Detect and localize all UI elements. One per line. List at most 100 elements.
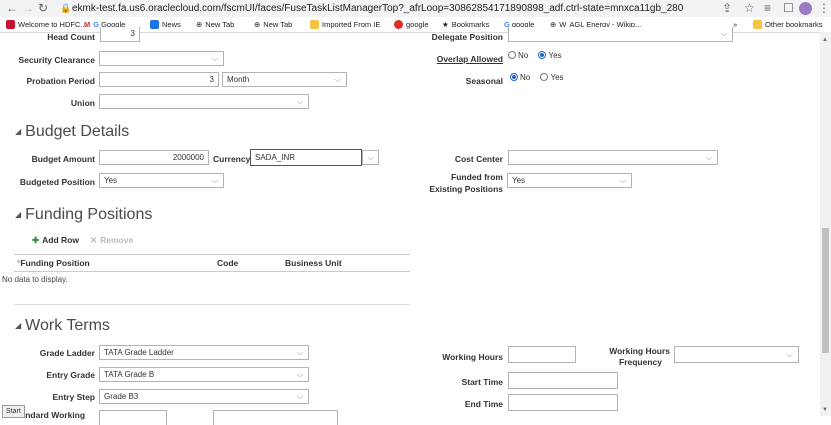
currency-dropdown-button[interactable]: ⌵	[362, 150, 379, 165]
overlap-no-radio[interactable]	[508, 51, 516, 59]
bookmark-hdfc[interactable]: Welcome to HDFC...	[6, 17, 87, 32]
existing-positions-label: Existing Positions	[429, 184, 503, 194]
cost-center-label: Cost Center	[454, 154, 503, 164]
column-business-unit[interactable]: Business Unit	[285, 258, 342, 268]
close-icon: ✕	[90, 235, 98, 245]
seasonal-yes-radio[interactable]	[540, 73, 549, 81]
collapse-triangle-icon: ◢	[15, 127, 22, 136]
bookmark-bookmarks[interactable]: ★ Bookmarks	[442, 17, 489, 32]
chevron-down-icon: ⌵	[211, 176, 218, 185]
funding-positions-heading[interactable]: ◢ Funding Positions	[15, 206, 152, 224]
end-time-label: End Time	[464, 399, 503, 409]
entry-step-label: Entry Step	[52, 392, 95, 402]
column-code[interactable]: Code	[217, 258, 238, 268]
google-icon: G	[93, 20, 100, 29]
chevron-down-icon: ⌵	[296, 370, 303, 379]
frequency-label-2: Frequency	[619, 357, 662, 367]
head-count-label: Head Count	[47, 32, 95, 42]
menu-icon[interactable]: ⋮	[818, 0, 830, 17]
avatar[interactable]	[799, 2, 812, 15]
seasonal-radios: No Yes	[510, 73, 564, 82]
share-icon[interactable]: ⇪	[722, 0, 732, 17]
back-icon[interactable]: ←	[6, 0, 18, 17]
funded-from-select[interactable]: Yes ⌵	[507, 173, 632, 188]
bookmark-newtab-2[interactable]: ⊕ New Tab	[254, 17, 292, 32]
globe-icon: ⊕	[196, 20, 203, 29]
bookmark-news[interactable]: News	[150, 17, 181, 32]
delegate-position-field[interactable]: ⌵	[508, 27, 733, 42]
working-hours-field[interactable]	[508, 346, 576, 363]
news-icon	[150, 20, 159, 29]
union-label: Union	[70, 98, 95, 108]
chevron-down-icon: ⌵	[720, 29, 727, 38]
seasonal-no-radio[interactable]	[510, 73, 518, 81]
working-hours-frequency-select[interactable]: ⌵	[674, 346, 799, 363]
empty-table-message: No data to display.	[2, 275, 68, 284]
star-icon[interactable]: ☆	[744, 0, 755, 17]
budget-amount-field[interactable]: 2000000	[99, 150, 209, 165]
entry-grade-select[interactable]: TATA Grade B ⌵	[99, 367, 309, 382]
chevron-down-icon: ⌵	[296, 392, 303, 401]
standard-working-field[interactable]	[99, 410, 167, 425]
status-start-label: Start	[2, 405, 25, 418]
vertical-scrollbar[interactable]	[820, 32, 831, 416]
reload-icon[interactable]: ↻	[38, 0, 48, 17]
currency-label: Currency	[213, 154, 251, 164]
security-clearance-select[interactable]: ⌵	[99, 51, 224, 66]
bookmark-google-2[interactable]: google	[394, 17, 429, 32]
folder-icon	[753, 20, 762, 29]
chevron-down-icon: ⌵	[705, 153, 712, 162]
working-hours-label: Working Hours	[442, 352, 503, 362]
overlap-allowed-label: Overlap Allowed	[436, 54, 503, 64]
table-top-divider	[14, 254, 410, 255]
budget-amount-label: Budget Amount	[31, 154, 95, 164]
grade-ladder-select[interactable]: TATA Grade Ladder ⌵	[99, 345, 309, 360]
currency-input[interactable]: SADA_INR	[250, 149, 362, 166]
scroll-down-icon[interactable]: ▼	[822, 407, 828, 413]
union-select[interactable]: ⌵	[99, 94, 309, 109]
overlap-yes-radio[interactable]	[538, 51, 547, 59]
scrollbar-thumb[interactable]	[822, 228, 829, 353]
end-time-field[interactable]	[508, 394, 618, 411]
chevron-down-icon: ⌵	[786, 350, 793, 359]
scroll-up-icon[interactable]: ▲	[822, 37, 828, 43]
chevron-down-icon: ⌵	[211, 54, 218, 63]
cost-center-select[interactable]: ⌵	[508, 150, 718, 165]
other-bookmarks[interactable]: Other bookmarks	[753, 17, 823, 32]
budgeted-position-select[interactable]: Yes ⌵	[99, 173, 224, 188]
table-bottom-divider	[14, 304, 410, 305]
chevron-down-icon: ⌵	[367, 153, 374, 162]
bookmark-imported[interactable]: Imported From IE	[310, 17, 380, 32]
collapse-triangle-icon: ◢	[15, 210, 22, 219]
column-funding-position[interactable]: *Funding Position	[17, 258, 90, 268]
address-bar[interactable]: ekmk-test.fa.us6.oraclecloud.com/fscmUI/…	[72, 1, 683, 16]
grade-ladder-label: Grade Ladder	[39, 348, 95, 358]
start-time-field[interactable]	[508, 372, 618, 389]
overlap-allowed-radios: No Yes	[503, 51, 562, 60]
head-count-field[interactable]: 3	[100, 27, 140, 42]
add-row-button[interactable]: ✚ Add Row	[32, 235, 79, 246]
seasonal-label: Seasonal	[465, 76, 503, 86]
chevron-down-icon: ⌵	[334, 75, 341, 84]
star-icon: ★	[442, 20, 449, 29]
globe-icon: ⊕	[254, 20, 261, 29]
table-header-divider	[14, 271, 410, 272]
window-icon[interactable]: ☐	[783, 0, 794, 17]
budget-details-heading[interactable]: ◢ Budget Details	[15, 123, 129, 141]
entry-grade-label: Entry Grade	[46, 370, 95, 380]
work-terms-heading[interactable]: ◢ Work Terms	[15, 317, 110, 335]
remove-button[interactable]: ✕ Remove	[90, 235, 133, 246]
bookmark-newtab-1[interactable]: ⊕ New Tab	[196, 17, 234, 32]
probation-unit-select[interactable]: Month ⌵	[222, 72, 347, 87]
standard-working-unit-select[interactable]	[213, 410, 338, 425]
collapse-triangle-icon: ◢	[15, 321, 22, 330]
chevron-down-icon: ⌵	[619, 176, 626, 185]
security-clearance-label: Security Clearance	[18, 55, 95, 65]
entry-step-select[interactable]: Grade B3 ⌵	[99, 389, 309, 404]
frequency-label-1: Working Hours	[609, 346, 670, 356]
tab-search-icon[interactable]: ≡	[764, 0, 771, 17]
google-red-icon	[394, 20, 403, 29]
more-bookmarks[interactable]: »	[733, 17, 737, 32]
probation-period-field[interactable]: 3	[99, 72, 219, 87]
forward-icon[interactable]: →	[22, 0, 34, 17]
